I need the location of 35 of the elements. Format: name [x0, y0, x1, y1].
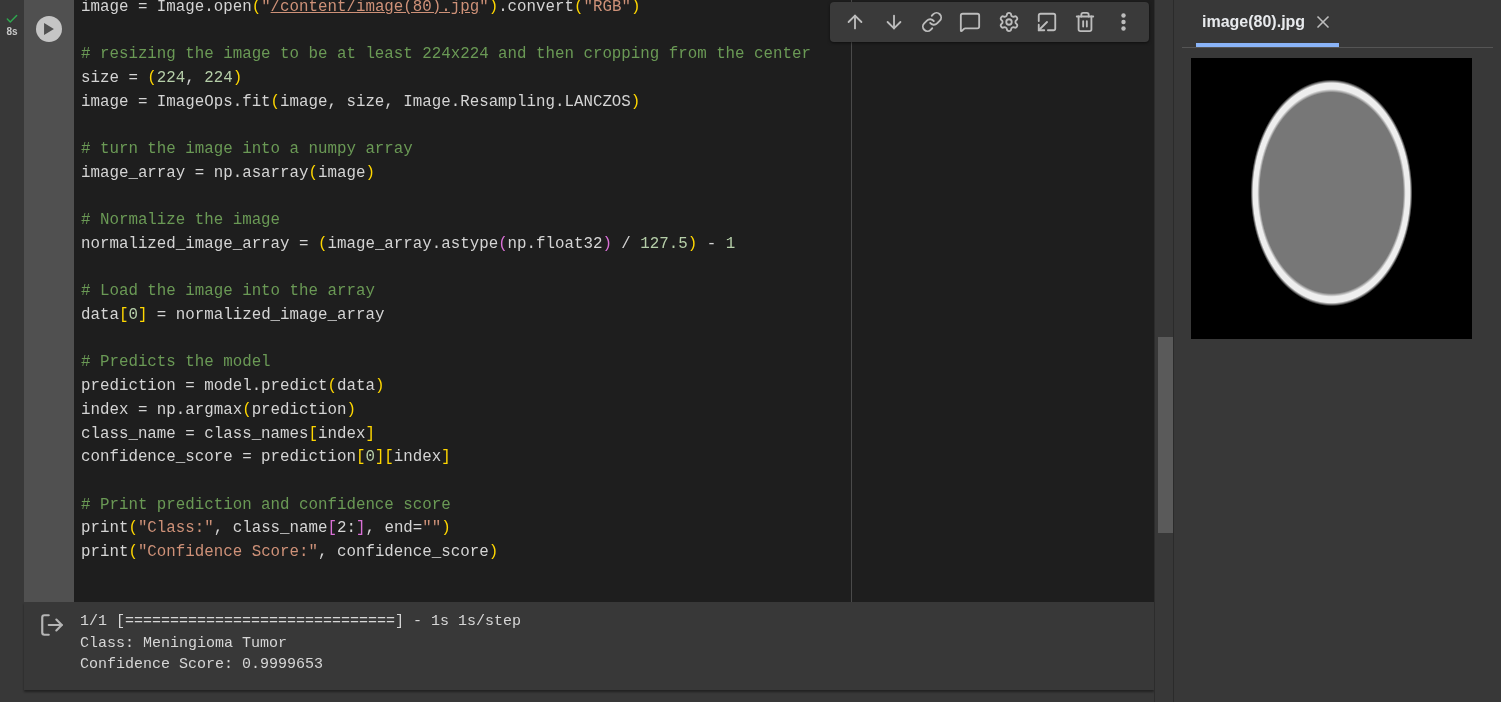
code-line: print("Confidence Score:", confidence_score): [81, 542, 499, 564]
code-line: # Normalize the image: [81, 210, 281, 232]
scrollbar-thumb[interactable]: [1158, 337, 1173, 533]
comment-icon: [959, 11, 982, 33]
code-line: # turn the image into a numpy array: [81, 139, 413, 161]
window-arrow-icon: [1036, 11, 1059, 33]
code-line: index = np.argmax(prediction): [81, 399, 356, 421]
code-line: # Load the image into the array: [81, 281, 375, 303]
link-icon: [920, 11, 943, 33]
output-line: Confidence Score: 0.9999653: [80, 655, 325, 675]
code-line: image = Image.open("/content/image(80).jpg").convert("RGB"): [81, 0, 641, 18]
code-line: # resizing the image to be at least 224x224 and then cropping from the center: [81, 44, 811, 66]
code-line: image_array = np.asarray(image): [81, 162, 375, 184]
play-icon: [44, 23, 54, 35]
output-line: Class: Meningioma Tumor: [80, 633, 289, 654]
scrollbar[interactable]: [1154, 0, 1173, 702]
trash-icon: [1074, 11, 1097, 33]
code-line: print("Class:", class_name[2:], end=""): [81, 518, 451, 540]
code-line: class_name = class_names[index]: [81, 423, 375, 445]
file-tab[interactable]: image(80).jpg: [1196, 0, 1340, 47]
code-line: image = ImageOps.fit(image, size, Image.Resampling.LANCZOS): [81, 91, 641, 113]
code-editor[interactable]: [74, 0, 1154, 602]
code-line: prediction = model.predict(data): [81, 376, 385, 398]
run-button[interactable]: [36, 16, 62, 42]
output-line: 1/1 [==============================] - 1s 1s/step: [80, 612, 522, 632]
code-line: confidence_score = prediction[0][index]: [81, 447, 451, 469]
code-line: # Predicts the model: [81, 352, 271, 374]
code-line: # Print prediction and confidence score: [81, 494, 451, 516]
code-line: size = (224, 224): [81, 68, 243, 90]
more-icon: [1121, 13, 1127, 31]
output-icon[interactable]: [39, 612, 65, 638]
run-duration: 8s: [6, 26, 18, 37]
code-line: normalized_image_array = (image_array.astype(np.float32) / 127.5) - 1: [81, 234, 736, 255]
code-line: data[0] = normalized_image_array: [81, 305, 385, 327]
settings-icon: [997, 11, 1020, 33]
